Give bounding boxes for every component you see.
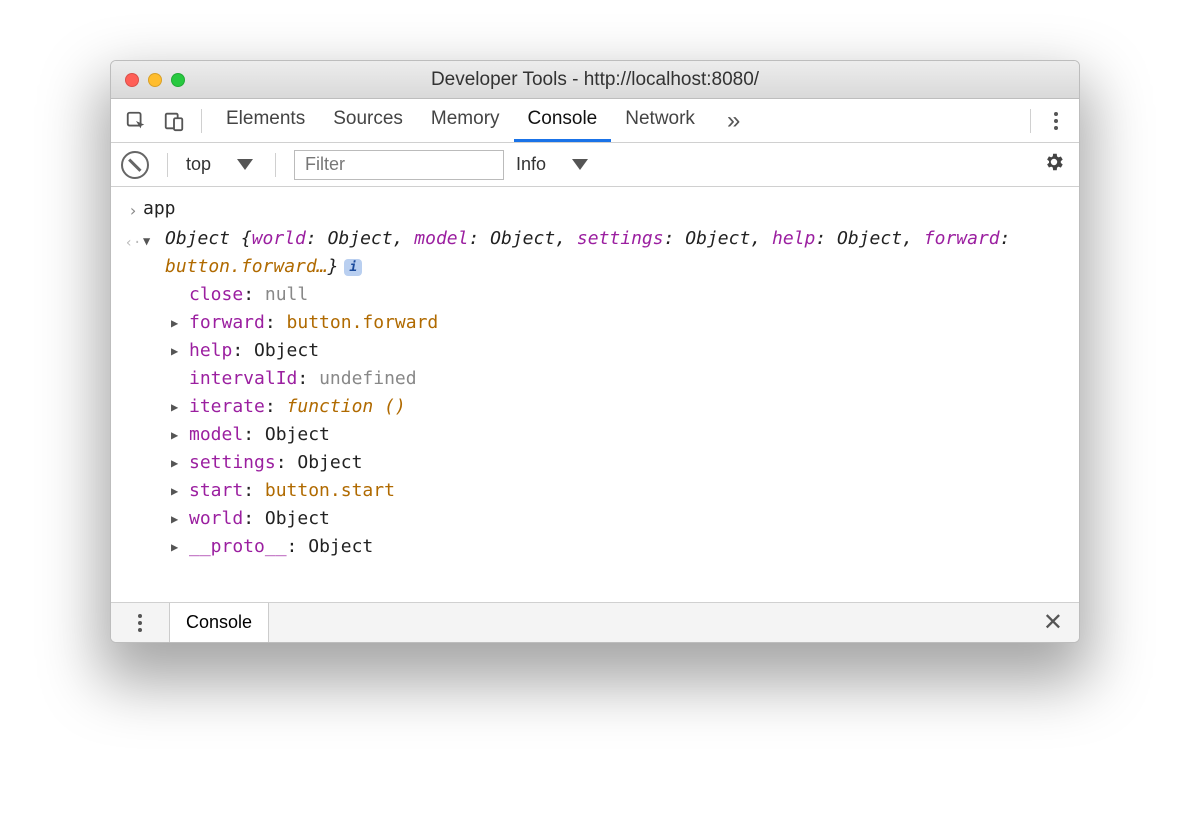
console-input-row: › app [111, 195, 1079, 225]
close-drawer-icon[interactable]: ✕ [1027, 603, 1079, 642]
property-row[interactable]: ▶intervalId: undefined [171, 365, 1079, 393]
zoom-window-icon[interactable] [171, 73, 185, 87]
drawer-menu-icon[interactable] [111, 603, 169, 642]
property-text: intervalId: undefined [189, 365, 417, 393]
property-text: close: null [189, 281, 308, 309]
property-text: help: Object [189, 337, 319, 365]
devtools-window: Developer Tools - http://localhost:8080/… [110, 60, 1080, 643]
close-window-icon[interactable] [125, 73, 139, 87]
prompt-icon: › [123, 195, 143, 225]
divider [167, 153, 168, 177]
expand-icon[interactable]: ▶ [171, 337, 187, 365]
overflow-tabs-icon[interactable]: » [713, 107, 754, 135]
drawer-tab-console[interactable]: Console [169, 603, 269, 642]
level-dropdown[interactable]: Info [516, 154, 592, 175]
kebab-menu-icon[interactable] [1041, 112, 1071, 130]
output-icon: ‹· [123, 225, 143, 257]
console-filterbar: top Info [111, 143, 1079, 187]
minimize-window-icon[interactable] [148, 73, 162, 87]
clear-console-icon[interactable] [121, 151, 149, 179]
property-row[interactable]: ▶settings: Object [171, 449, 1079, 477]
property-text: forward: button.forward [189, 309, 438, 337]
expand-icon[interactable]: ▶ [171, 449, 187, 477]
gear-icon[interactable] [1043, 151, 1065, 179]
expand-icon[interactable]: ▶ [171, 505, 187, 533]
window-title: Developer Tools - http://localhost:8080/ [111, 69, 1079, 91]
tab-memory[interactable]: Memory [417, 99, 514, 142]
console-output-row: ‹· ▼ Object {world: Object, model: Objec… [111, 225, 1079, 281]
property-text: world: Object [189, 505, 330, 533]
property-text: iterate: function () [189, 393, 406, 421]
expand-icon[interactable]: ▶ [171, 533, 187, 561]
property-text: settings: Object [189, 449, 362, 477]
tab-sources[interactable]: Sources [319, 99, 417, 142]
object-properties: ▶close: null▶forward: button.forward▶hel… [111, 281, 1079, 561]
property-row[interactable]: ▶help: Object [171, 337, 1079, 365]
filter-input[interactable] [294, 150, 504, 180]
expand-icon[interactable]: ▶ [171, 309, 187, 337]
expand-icon[interactable]: ▶ [171, 477, 187, 505]
console-input[interactable]: app [143, 195, 1067, 223]
traffic-lights [125, 73, 185, 87]
caret-down-icon [237, 159, 253, 170]
property-row[interactable]: ▶world: Object [171, 505, 1079, 533]
divider [275, 153, 276, 177]
divider [201, 109, 202, 133]
property-row[interactable]: ▶iterate: function () [171, 393, 1079, 421]
tab-network[interactable]: Network [611, 99, 709, 142]
property-row[interactable]: ▶close: null [171, 281, 1079, 309]
divider [1030, 109, 1031, 133]
property-text: __proto__: Object [189, 533, 373, 561]
info-badge-icon[interactable]: i [344, 259, 362, 276]
inspect-element-icon[interactable] [119, 99, 153, 143]
titlebar: Developer Tools - http://localhost:8080/ [111, 61, 1079, 99]
tab-console[interactable]: Console [514, 99, 612, 142]
expand-icon: ▶ [171, 281, 187, 309]
level-value: Info [516, 154, 546, 175]
property-text: model: Object [189, 421, 330, 449]
device-toolbar-icon[interactable] [157, 99, 191, 143]
object-summary[interactable]: Object {world: Object, model: Object, se… [161, 225, 1067, 281]
expand-icon: ▶ [171, 365, 187, 393]
console-panel: › app ‹· ▼ Object {world: Object, model:… [111, 187, 1079, 602]
expand-icon[interactable]: ▶ [171, 393, 187, 421]
property-row[interactable]: ▶__proto__: Object [171, 533, 1079, 561]
panel-tabs: ElementsSourcesMemoryConsoleNetwork [212, 99, 709, 142]
caret-down-icon [572, 159, 588, 170]
expand-toggle-icon[interactable]: ▼ [143, 225, 157, 255]
expand-icon[interactable]: ▶ [171, 421, 187, 449]
drawer: Console ✕ [111, 602, 1079, 642]
context-dropdown[interactable]: top [186, 154, 257, 175]
devtools-tabbar: ElementsSourcesMemoryConsoleNetwork » [111, 99, 1079, 143]
property-row[interactable]: ▶model: Object [171, 421, 1079, 449]
property-row[interactable]: ▶start: button.start [171, 477, 1079, 505]
context-value: top [186, 154, 211, 175]
tab-elements[interactable]: Elements [212, 99, 319, 142]
property-row[interactable]: ▶forward: button.forward [171, 309, 1079, 337]
property-text: start: button.start [189, 477, 395, 505]
